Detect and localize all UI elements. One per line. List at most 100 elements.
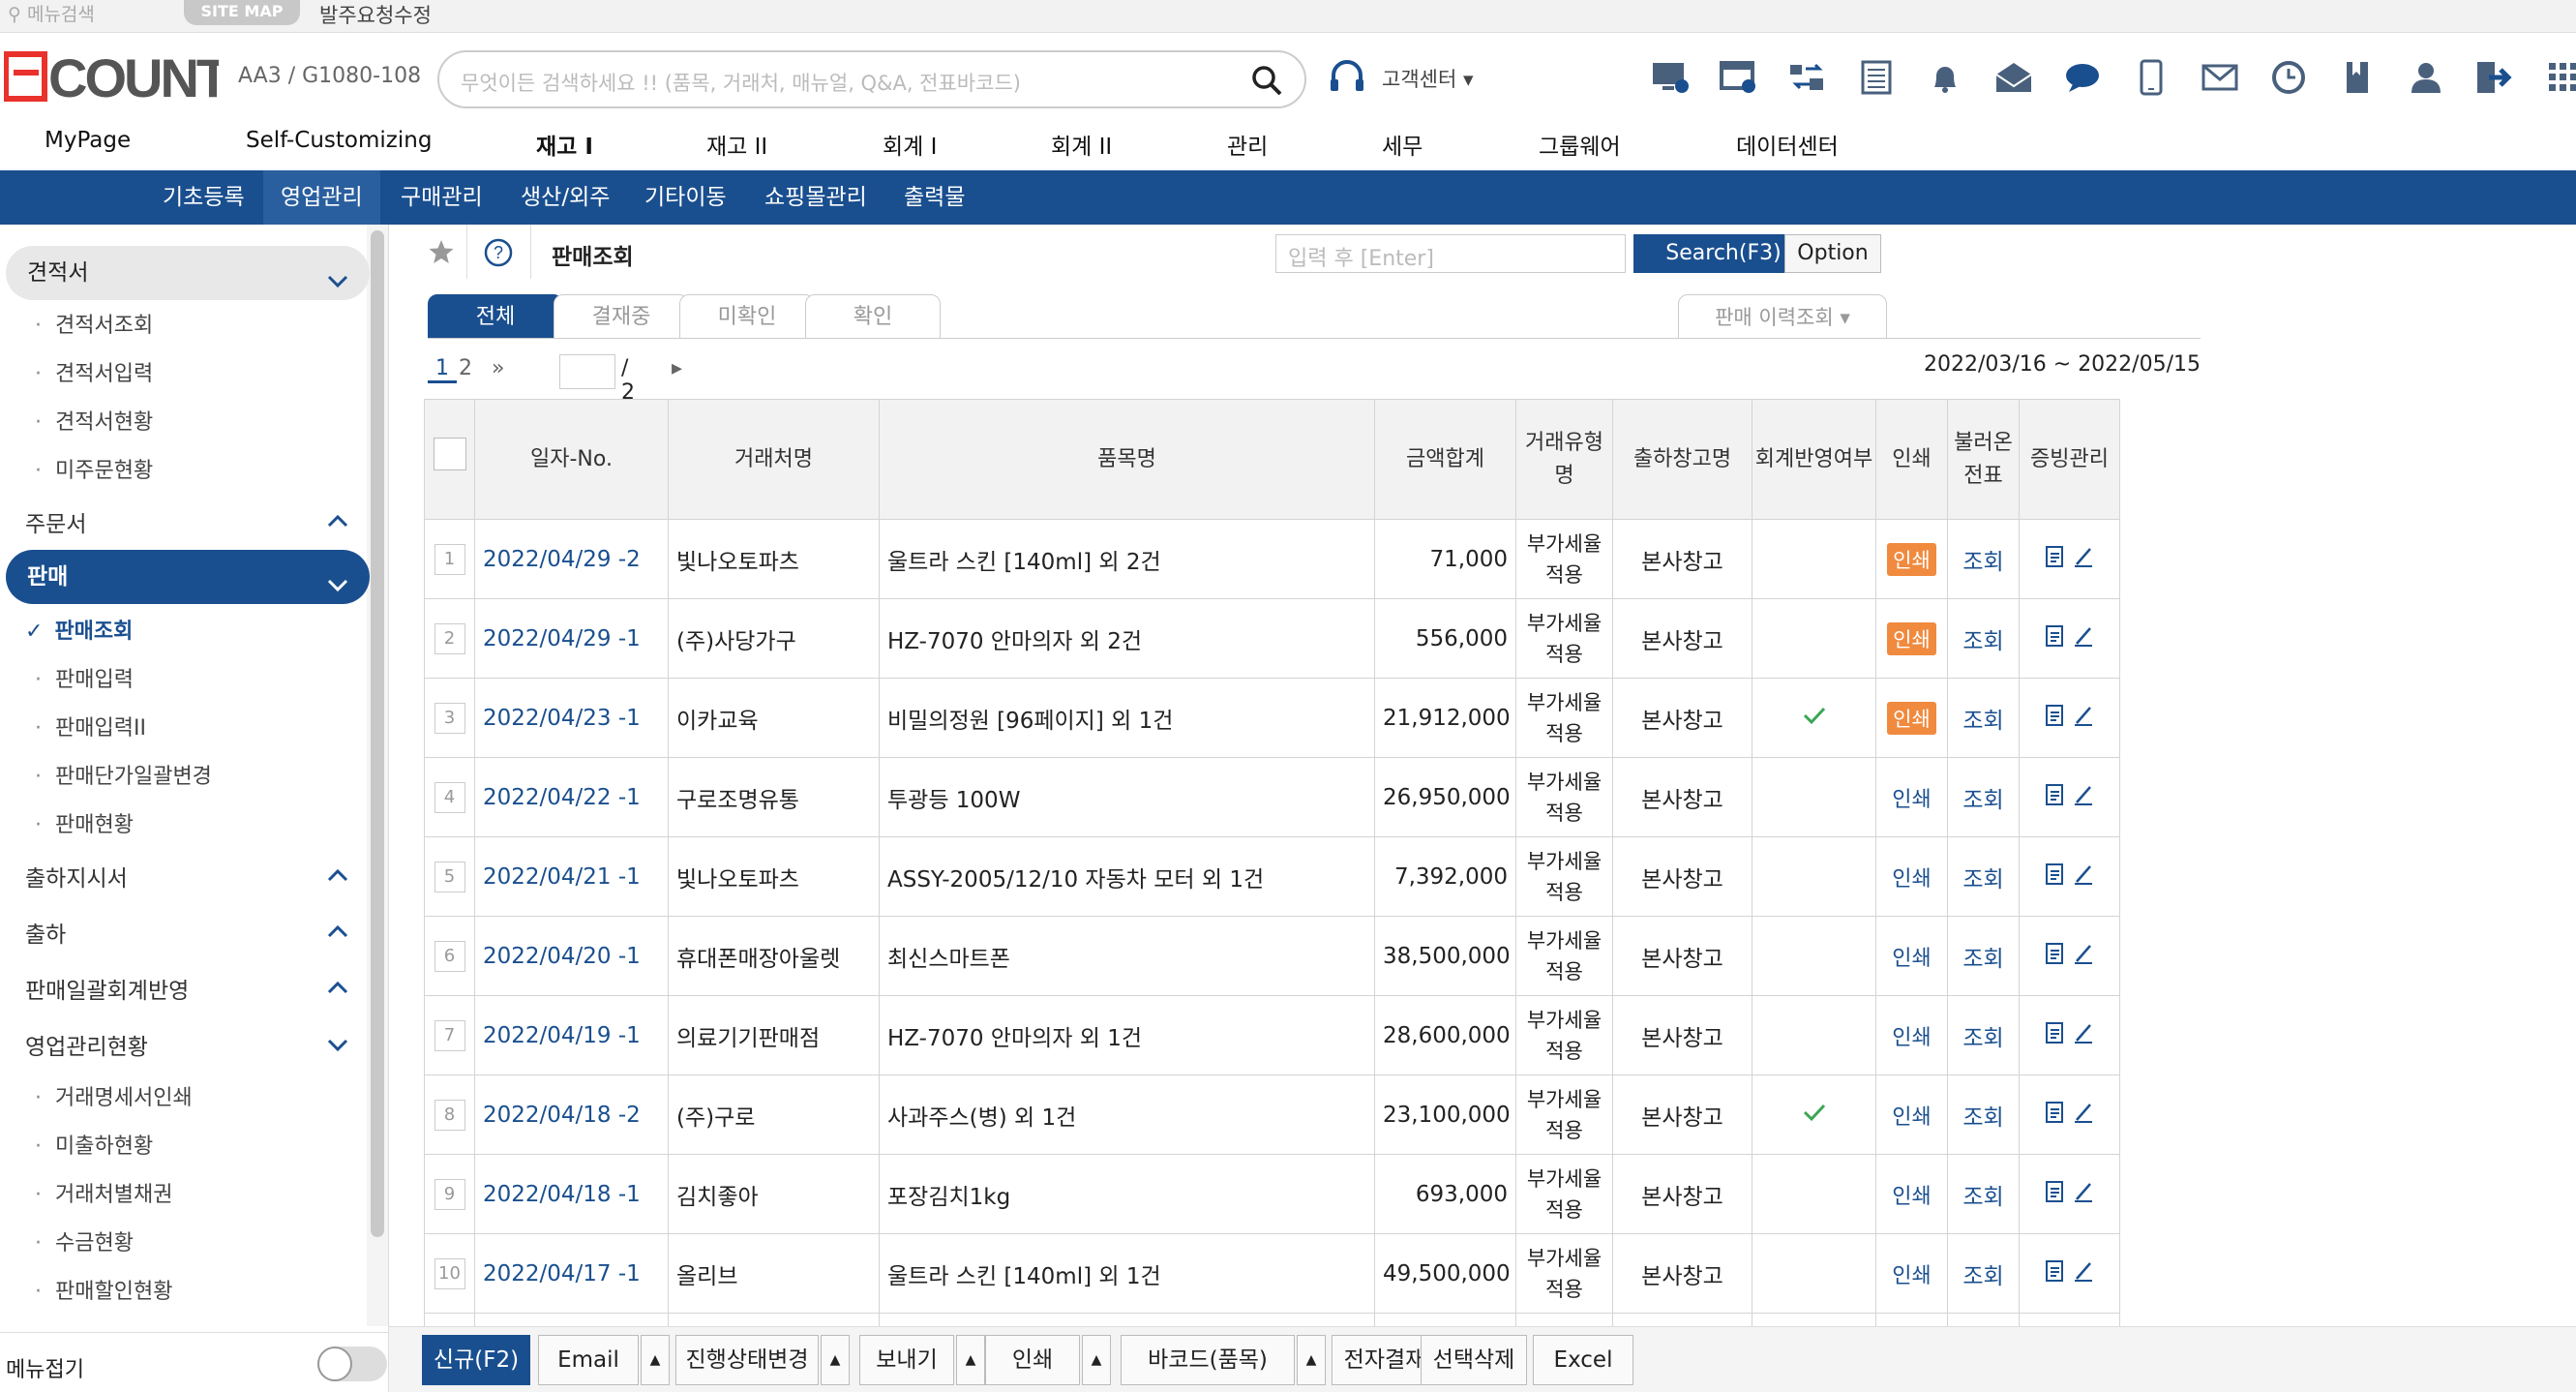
subnav-printouts[interactable]: 출력물 <box>886 170 982 225</box>
global-search-input[interactable]: 무엇이든 검색하세요 !! (품목, 거래처, 매뉴얼, Q&A, 전표바코드) <box>437 50 1306 108</box>
print-menu-arrow[interactable]: ▲ <box>1082 1335 1111 1385</box>
document-icon[interactable] <box>2045 862 2066 892</box>
nav-tax[interactable]: 세무 <box>1382 128 1423 161</box>
col-warehouse[interactable]: 출하창고명 <box>1612 399 1752 520</box>
document-icon[interactable] <box>2045 1259 2066 1288</box>
sidebar-section-order[interactable]: 주문서 <box>25 505 348 538</box>
sidebar-item-quote-status[interactable]: 견적서현황 <box>35 405 153 436</box>
tab-all[interactable]: 전체 <box>428 294 563 339</box>
mail-open-icon[interactable] <box>1979 54 2048 101</box>
next-pages-icon[interactable]: » <box>492 356 504 380</box>
subnav-purchase-management[interactable]: 구매관리 <box>383 170 500 225</box>
col-evidence[interactable]: 증빙관리 <box>2019 399 2120 520</box>
date-no-link[interactable]: 2022/04/19 -1 <box>483 1023 641 1048</box>
document-icon[interactable] <box>2045 545 2066 574</box>
row-number[interactable]: 7 <box>434 1019 465 1051</box>
sidebar-scrollbar[interactable] <box>371 230 384 1237</box>
sidebar-section-sales-status[interactable]: 영업관리현황 <box>25 1028 348 1061</box>
document-icon[interactable] <box>2045 1021 2066 1050</box>
email-menu-arrow[interactable]: ▲ <box>641 1335 670 1385</box>
option-button[interactable]: Option <box>1784 234 1881 273</box>
sidebar-section-quote[interactable]: 견적서 <box>6 246 370 300</box>
print-link[interactable]: 인쇄 <box>1887 701 1936 735</box>
delete-selected-button[interactable]: 선택삭제 <box>1421 1335 1527 1385</box>
view-link[interactable]: 조회 <box>1962 1185 2003 1210</box>
print-button[interactable]: 인쇄 <box>985 1335 1080 1385</box>
nav-data-center[interactable]: 데이터센터 <box>1736 128 1839 161</box>
row-number[interactable]: 1 <box>434 543 465 575</box>
table-row[interactable]: 2 2022/04/29 -1 (주)사당가구 HZ-7070 안마의자 외 2건 55… <box>424 598 2120 679</box>
document-icon[interactable] <box>2045 1101 2066 1130</box>
subnav-shopping-mall[interactable]: 쇼핑몰관리 <box>747 170 884 225</box>
view-link[interactable]: 조회 <box>1962 629 2003 654</box>
col-print[interactable]: 인쇄 <box>1875 399 1948 520</box>
sales-history-tab[interactable]: 판매 이력조회 ▾ <box>1678 294 1887 339</box>
nav-inventory-2[interactable]: 재고 II <box>706 128 767 161</box>
order-edit-link[interactable]: 발주요청수정 <box>319 0 432 29</box>
page-1[interactable]: 1 <box>428 356 457 383</box>
status-menu-arrow[interactable]: ▲ <box>821 1335 850 1385</box>
col-date-no[interactable]: 일자-No. <box>474 399 669 520</box>
print-link[interactable]: 인쇄 <box>1892 1185 1931 1209</box>
edit-icon[interactable] <box>2073 626 2094 653</box>
document-icon[interactable] <box>2045 942 2066 971</box>
date-no-link[interactable]: 2022/04/22 -1 <box>483 785 641 810</box>
date-no-link[interactable]: 2022/04/21 -1 <box>483 864 641 890</box>
excel-button[interactable]: Excel <box>1533 1335 1633 1385</box>
row-number[interactable]: 9 <box>434 1178 465 1210</box>
col-amount[interactable]: 금액합계 <box>1374 399 1516 520</box>
nav-mypage[interactable]: MyPage <box>45 128 131 153</box>
user-icon[interactable] <box>2391 54 2460 101</box>
view-link[interactable]: 조회 <box>1962 947 2003 972</box>
row-number[interactable]: 10 <box>434 1257 465 1289</box>
email-button[interactable]: Email <box>538 1335 639 1385</box>
new-window-icon[interactable] <box>1704 54 1773 101</box>
help-icon[interactable]: ? <box>484 238 513 271</box>
sidebar-item-sales-view[interactable]: 판매조회 <box>25 614 133 645</box>
edit-icon[interactable] <box>2073 1261 2094 1288</box>
subnav-other-transfer[interactable]: 기타이동 <box>627 170 744 225</box>
sidebar-item-unordered[interactable]: 미주문현황 <box>35 453 153 484</box>
collapse-menu-toggle[interactable] <box>317 1347 387 1381</box>
edit-icon[interactable] <box>2073 864 2094 892</box>
table-row[interactable]: 1 2022/04/29 -2 빛나오토파츠 울트라 스킨 [140ml] 외 2건 7… <box>424 519 2120 599</box>
page-2[interactable]: 2 <box>459 356 472 380</box>
sidebar-item-quote-input[interactable]: 견적서입력 <box>35 356 153 387</box>
quick-search-input[interactable]: 입력 후 [Enter] <box>1275 234 1626 273</box>
row-number[interactable]: 6 <box>434 940 465 972</box>
table-row[interactable]: 9 2022/04/18 -1 김치좋아 포장김치1kg 693,000 부가세율 적용 본… <box>424 1154 2120 1234</box>
sidebar-item-collection[interactable]: 수금현황 <box>35 1226 134 1256</box>
tab-confirmed[interactable]: 확인 <box>805 294 941 339</box>
date-no-link[interactable]: 2022/04/18 -2 <box>483 1103 641 1128</box>
print-link[interactable]: 인쇄 <box>1892 947 1931 971</box>
table-row[interactable]: 3 2022/04/23 -1 이카교육 비밀의정원 [96페이지] 외 1건 21,9… <box>424 678 2120 758</box>
col-trade-type[interactable]: 거래유형명 <box>1515 399 1613 520</box>
edit-icon[interactable] <box>2073 1103 2094 1130</box>
date-no-link[interactable]: 2022/04/23 -1 <box>483 706 641 731</box>
clock-icon[interactable] <box>2254 54 2322 101</box>
barcode-menu-arrow[interactable]: ▲ <box>1297 1335 1326 1385</box>
nav-accounting-1[interactable]: 회계 I <box>883 128 937 161</box>
col-item[interactable]: 품목명 <box>879 399 1375 520</box>
status-change-button[interactable]: 진행상태변경 <box>675 1335 819 1385</box>
document-icon[interactable] <box>2045 624 2066 653</box>
col-accounting[interactable]: 회계반영여부 <box>1752 399 1876 520</box>
row-number[interactable]: 8 <box>434 1099 465 1131</box>
grid-icon[interactable] <box>2529 54 2576 101</box>
print-link[interactable]: 인쇄 <box>1887 621 1936 655</box>
bell-icon[interactable] <box>1910 54 1979 101</box>
send-menu-arrow[interactable]: ▲ <box>956 1335 985 1385</box>
subnav-sales-management[interactable]: 영업관리 <box>263 170 380 225</box>
row-number[interactable]: 3 <box>434 702 465 734</box>
print-link[interactable]: 인쇄 <box>1892 1264 1931 1288</box>
document-icon[interactable] <box>2045 783 2066 812</box>
view-link[interactable]: 조회 <box>1962 550 2003 575</box>
sidebar-section-sales-batch[interactable]: 판매일괄회계반영 <box>25 972 348 1005</box>
ecount-logo[interactable]: COUNT <box>3 47 232 108</box>
sidebar-section-sales[interactable]: 판매 <box>6 550 370 604</box>
sidebar-item-receivables[interactable]: 거래처별채권 <box>35 1177 172 1208</box>
view-link[interactable]: 조회 <box>1962 867 2003 893</box>
edit-icon[interactable] <box>2073 1023 2094 1050</box>
select-all-checkbox[interactable] <box>433 438 466 470</box>
document-icon[interactable] <box>2045 1180 2066 1209</box>
